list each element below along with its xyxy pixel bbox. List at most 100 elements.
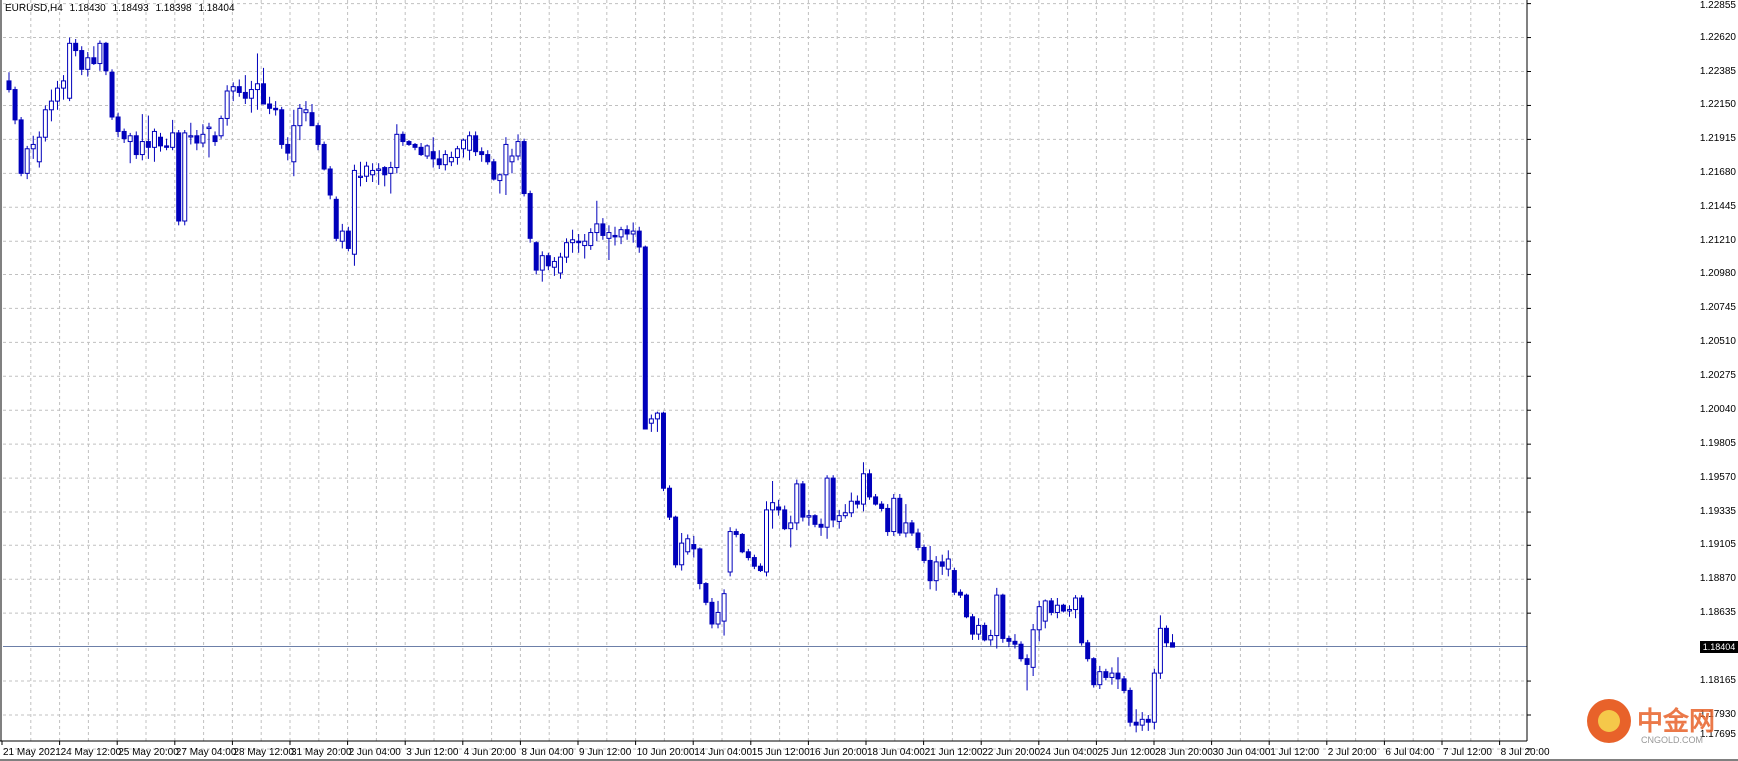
candle-body-down [121, 130, 127, 140]
candle [606, 225, 612, 260]
candle-body-up [30, 143, 36, 150]
candle-body-up [679, 542, 685, 566]
candle-body-down [1018, 643, 1024, 660]
candle [1109, 667, 1115, 685]
candle-body-down [830, 477, 836, 521]
candle-body-up [85, 57, 91, 70]
candle [654, 411, 660, 432]
candle [261, 67, 267, 105]
candle [539, 251, 545, 282]
candle-body-down [91, 57, 97, 65]
candle [1151, 668, 1157, 730]
candle [1127, 687, 1133, 727]
candle [1018, 641, 1024, 662]
candle-body-up [151, 130, 157, 148]
candle [951, 567, 957, 596]
candle [1060, 603, 1066, 613]
candle [67, 37, 73, 102]
candle [503, 137, 509, 195]
candle [73, 39, 79, 57]
candle [461, 138, 466, 158]
candle-body-down [1085, 642, 1091, 660]
candle-body-down [315, 125, 321, 145]
candle [1042, 599, 1048, 629]
candle [364, 161, 370, 182]
candle-body-down [697, 548, 703, 585]
candle [1133, 709, 1139, 733]
candle [545, 252, 551, 271]
candle [770, 481, 776, 529]
candle [891, 494, 897, 536]
candle-body-down [345, 230, 351, 249]
time-tick-label: 7 Jul 12:00 [1443, 747, 1492, 758]
watermark-subtext: CNGOLD.COM [1641, 735, 1704, 745]
candle-body-down [406, 141, 412, 145]
candle [200, 124, 206, 148]
candle-body-down [491, 161, 497, 180]
candle [818, 518, 824, 536]
candle-body-up [448, 156, 454, 163]
candle [182, 130, 188, 226]
time-tick-label: 1 Jul 12:00 [1270, 747, 1320, 758]
candle [588, 228, 594, 250]
candle [745, 548, 751, 561]
candle [782, 505, 788, 531]
candle-body-down [133, 135, 139, 156]
candle [679, 533, 685, 571]
candle-body-down [236, 86, 242, 93]
candle-body-down [436, 158, 442, 166]
candle [1073, 595, 1079, 619]
time-tick-label: 28 Jun 20:00 [1155, 747, 1213, 758]
candle-body-down [418, 146, 424, 156]
candle-body-down [818, 523, 824, 528]
time-tick-label: 4 Jun 20:00 [463, 747, 517, 758]
logo-icon [1587, 699, 1631, 743]
time-tick-label: 24 May 12:00 [60, 747, 122, 758]
candle-body-down [703, 583, 709, 603]
candle [648, 414, 654, 432]
candle-body-down [382, 167, 388, 176]
candle [145, 115, 151, 159]
candle [436, 150, 442, 169]
candle-body-down [158, 136, 163, 147]
candle-body-up [764, 509, 769, 573]
candle [842, 504, 848, 519]
candle-body-up [588, 232, 594, 247]
chart-window[interactable]: EURUSD,H4 1.18430 1.18493 1.18398 1.1840… [0, 0, 1738, 761]
candle-body-down [1115, 672, 1121, 680]
candle [697, 547, 703, 590]
candle-body-down [103, 42, 109, 72]
candle-body-up [654, 412, 660, 420]
candle-body-up [503, 143, 509, 176]
candle [691, 535, 697, 558]
candle-body-up [303, 109, 309, 114]
candle [685, 534, 691, 555]
candle-body-up [127, 135, 133, 143]
price-chart[interactable] [0, 0, 1738, 761]
price-tick-label: 1.19105 [1699, 539, 1736, 551]
candle [812, 514, 818, 528]
candle [12, 86, 18, 125]
symbol-label: EURUSD,H4 [5, 3, 63, 14]
candle-body-down [1060, 604, 1066, 612]
candle [867, 469, 873, 500]
candle [48, 89, 54, 122]
candle [248, 80, 254, 113]
candle [879, 501, 885, 512]
price-tick-label: 1.20275 [1699, 370, 1736, 382]
candle-body-up [388, 167, 394, 174]
candle [788, 515, 794, 548]
candle-body-down [412, 143, 418, 148]
candle-body-up [1151, 672, 1157, 723]
candle [91, 46, 97, 65]
candles [6, 37, 1176, 733]
candle [218, 115, 224, 139]
candle [333, 196, 339, 242]
candle-body-up [557, 256, 563, 274]
candle-body-down [145, 141, 151, 148]
price-tick-label: 1.21210 [1699, 235, 1736, 247]
candle-body-up [370, 169, 376, 176]
candle [1103, 668, 1109, 681]
candle-body-up [618, 229, 624, 238]
candle [158, 132, 163, 152]
